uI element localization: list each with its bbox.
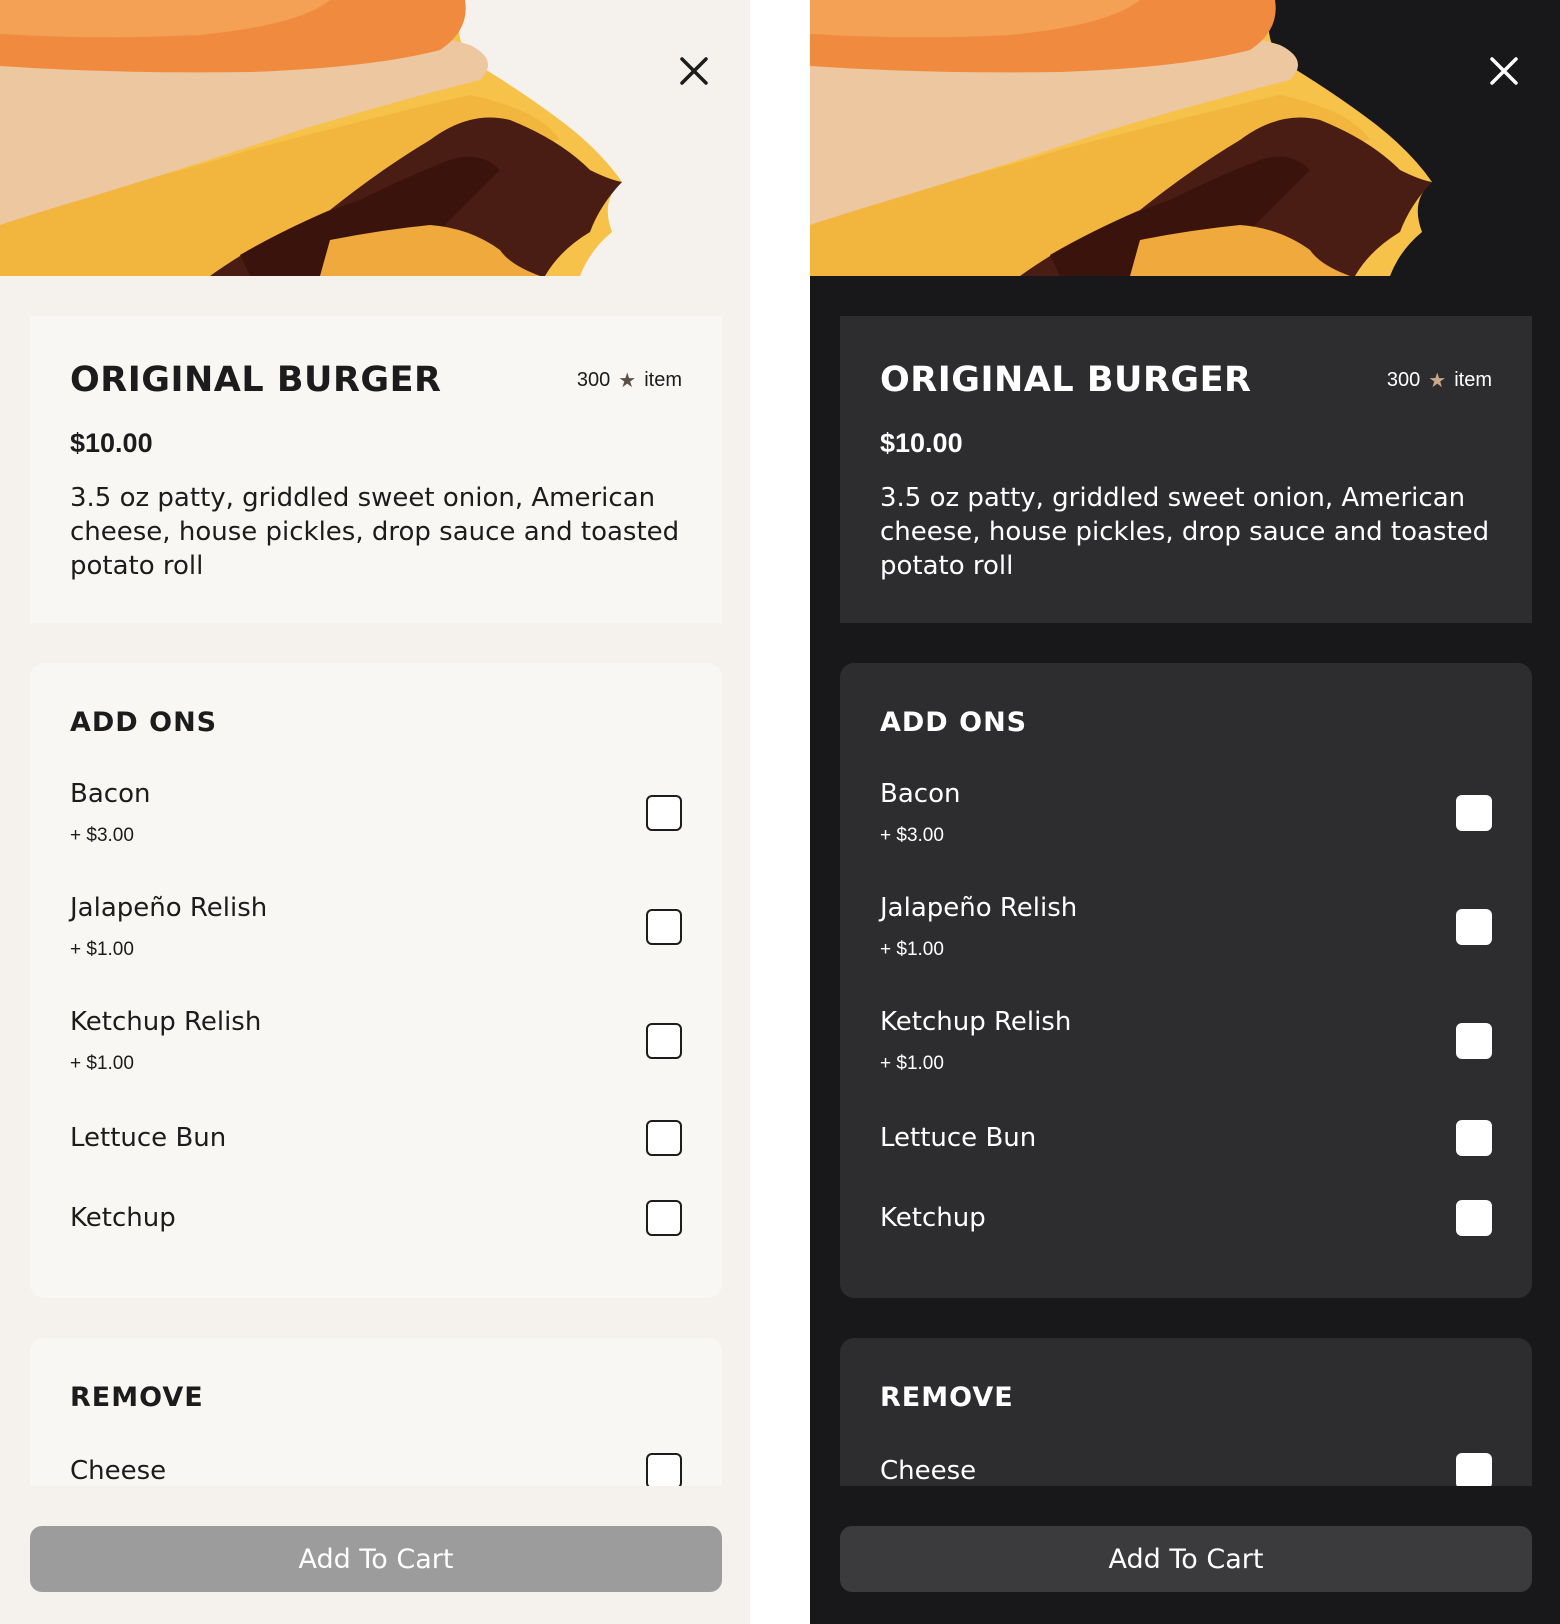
- close-icon: [680, 57, 708, 85]
- burger-hero-image: [810, 0, 1560, 276]
- option-name: Ketchup: [880, 1203, 986, 1233]
- remove-section: REMOVE Cheese: [30, 1338, 722, 1486]
- option-price: + $3.00: [880, 825, 944, 846]
- option-price: + $1.00: [880, 1053, 944, 1074]
- cheese-checkbox[interactable]: [1456, 1453, 1492, 1486]
- add-to-cart-button[interactable]: Add To Cart: [30, 1526, 722, 1592]
- ketchup-checkbox[interactable]: [1456, 1200, 1492, 1236]
- remove-section: REMOVE Cheese: [840, 1338, 1532, 1486]
- jalapeno-relish-checkbox[interactable]: [646, 909, 682, 945]
- light-theme-screen: ORIGINAL BURGER 300 ★ item $10.00 3.5 oz…: [0, 0, 750, 1624]
- add-on-option-ketchup[interactable]: Ketchup: [880, 1178, 1492, 1258]
- product-info-card: ORIGINAL BURGER 300 ★ item $10.00 3.5 oz…: [840, 316, 1532, 623]
- option-name: Lettuce Bun: [880, 1123, 1037, 1153]
- product-title: ORIGINAL BURGER: [880, 360, 1252, 400]
- rating: 300 ★ item: [577, 368, 682, 393]
- close-button[interactable]: [664, 48, 724, 94]
- rating-unit: item: [1454, 368, 1492, 391]
- add-ons-section: ADD ONS Bacon + $3.00 Jalapeño Relish + …: [840, 663, 1532, 1298]
- add-on-option-lettuce-bun[interactable]: Lettuce Bun: [70, 1098, 682, 1178]
- option-name: Ketchup Relish: [880, 1007, 1072, 1037]
- rating: 300 ★ item: [1387, 368, 1492, 393]
- add-on-option-bacon[interactable]: Bacon + $3.00: [880, 756, 1492, 870]
- ketchup-relish-checkbox[interactable]: [646, 1023, 682, 1059]
- product-title: ORIGINAL BURGER: [70, 360, 442, 400]
- ketchup-relish-checkbox[interactable]: [1456, 1023, 1492, 1059]
- product-info-card: ORIGINAL BURGER 300 ★ item $10.00 3.5 oz…: [30, 316, 722, 623]
- add-on-option-bacon[interactable]: Bacon + $3.00: [70, 756, 682, 870]
- remove-option-cheese[interactable]: Cheese: [70, 1431, 682, 1486]
- rating-count: 300: [576, 368, 611, 391]
- star-icon: ★: [618, 369, 637, 392]
- add-on-option-lettuce-bun[interactable]: Lettuce Bun: [880, 1098, 1492, 1178]
- lettuce-bun-checkbox[interactable]: [646, 1120, 682, 1156]
- option-name: Cheese: [880, 1456, 977, 1486]
- product-description: 3.5 oz patty, griddled sweet onion, Amer…: [880, 483, 1490, 581]
- close-button[interactable]: [1474, 48, 1534, 94]
- product-description: 3.5 oz patty, griddled sweet onion, Amer…: [70, 483, 680, 581]
- option-name: Lettuce Bun: [70, 1123, 227, 1153]
- bacon-checkbox[interactable]: [646, 795, 682, 831]
- star-icon: ★: [1428, 369, 1447, 392]
- option-price: + $3.00: [70, 825, 134, 846]
- option-price: + $1.00: [70, 939, 134, 960]
- add-on-option-jalapeno-relish[interactable]: Jalapeño Relish + $1.00: [70, 870, 682, 984]
- add-on-option-ketchup-relish[interactable]: Ketchup Relish + $1.00: [880, 984, 1492, 1098]
- add-ons-heading: ADD ONS: [880, 707, 1028, 738]
- options-scroll-area[interactable]: ORIGINAL BURGER 300 ★ item $10.00 3.5 oz…: [840, 316, 1532, 1486]
- remove-option-cheese[interactable]: Cheese: [880, 1431, 1492, 1486]
- option-name: Bacon: [70, 779, 151, 809]
- option-name: Ketchup Relish: [70, 1007, 262, 1037]
- product-price: $10.00: [70, 428, 153, 458]
- options-scroll-area[interactable]: ORIGINAL BURGER 300 ★ item $10.00 3.5 oz…: [30, 316, 722, 1486]
- cheese-checkbox[interactable]: [646, 1453, 682, 1486]
- remove-heading: REMOVE: [880, 1382, 1014, 1413]
- add-on-option-ketchup[interactable]: Ketchup: [70, 1178, 682, 1258]
- option-price: + $1.00: [70, 1053, 134, 1074]
- jalapeno-relish-checkbox[interactable]: [1456, 909, 1492, 945]
- dark-theme-screen: ORIGINAL BURGER 300 ★ item $10.00 3.5 oz…: [810, 0, 1560, 1624]
- remove-heading: REMOVE: [70, 1382, 204, 1413]
- rating-count: 300: [1386, 368, 1421, 391]
- close-icon: [1490, 57, 1518, 85]
- add-on-option-jalapeno-relish[interactable]: Jalapeño Relish + $1.00: [880, 870, 1492, 984]
- option-name: Ketchup: [70, 1203, 176, 1233]
- option-name: Cheese: [70, 1456, 167, 1486]
- lettuce-bun-checkbox[interactable]: [1456, 1120, 1492, 1156]
- add-on-option-ketchup-relish[interactable]: Ketchup Relish + $1.00: [70, 984, 682, 1098]
- bacon-checkbox[interactable]: [1456, 795, 1492, 831]
- option-name: Jalapeño Relish: [880, 893, 1078, 923]
- add-to-cart-button[interactable]: Add To Cart: [840, 1526, 1532, 1592]
- rating-unit: item: [644, 368, 682, 391]
- option-price: + $1.00: [880, 939, 944, 960]
- option-name: Jalapeño Relish: [70, 893, 268, 923]
- burger-hero-image: [0, 0, 750, 276]
- ketchup-checkbox[interactable]: [646, 1200, 682, 1236]
- add-ons-section: ADD ONS Bacon + $3.00 Jalapeño Relish + …: [30, 663, 722, 1298]
- option-name: Bacon: [880, 779, 961, 809]
- product-price: $10.00: [880, 428, 963, 458]
- add-ons-heading: ADD ONS: [70, 707, 218, 738]
